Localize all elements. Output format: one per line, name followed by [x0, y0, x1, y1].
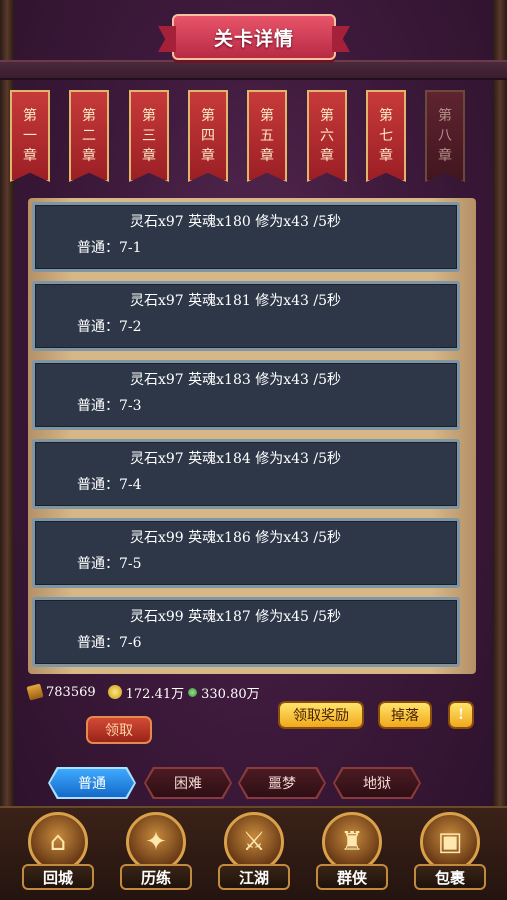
tab-hard[interactable]: 困难: [146, 769, 230, 797]
page-title: 关卡详情: [213, 27, 294, 50]
chapter-char: 章: [82, 148, 96, 164]
level-stage: 普通：7-6: [77, 635, 142, 651]
nav-label: 群侠: [316, 864, 388, 890]
level-reward: 灵石x97 英魂x181 修为x43 /5秒: [130, 293, 342, 309]
tab-normal[interactable]: 普通: [50, 769, 134, 797]
tab-nightmare[interactable]: 噩梦: [240, 769, 324, 797]
chapter-char: 章: [201, 148, 215, 164]
drop-button[interactable]: 掉落: [378, 701, 432, 729]
nav-bag[interactable]: ▣ 包裹: [412, 808, 488, 896]
chapter-char: 章: [320, 148, 334, 164]
nav-training[interactable]: ✦ 历练: [118, 808, 194, 896]
level-reward: 灵石x99 英魂x187 修为x45 /5秒: [130, 609, 342, 625]
chapter-tab-4[interactable]: 第 四 章: [188, 90, 228, 182]
chapter-char: 章: [260, 148, 274, 164]
level-stage: 普通：7-2: [77, 319, 142, 335]
chapter-tab-6[interactable]: 第 六 章: [307, 90, 347, 182]
chapter-tab-3[interactable]: 第 三 章: [129, 90, 169, 182]
weapons-icon: ⚔: [224, 812, 284, 872]
chapter-char: 章: [142, 148, 156, 164]
chapter-tab-2[interactable]: 第 二 章: [69, 90, 109, 182]
level-stage: 普通：7-1: [77, 240, 142, 256]
scroll-count: 783569: [46, 684, 96, 700]
chapter-char: 第: [438, 108, 452, 124]
chapter-char: 章: [438, 148, 452, 164]
level-reward: 灵石x99 英魂x186 修为x43 /5秒: [130, 530, 342, 546]
chapter-char: 一: [23, 128, 37, 144]
nav-label: 回城: [22, 864, 94, 890]
resource-bar: 783569 172.41万 330.80万: [26, 682, 260, 702]
chapter-char: 章: [379, 148, 393, 164]
nav-return-city[interactable]: ⌂ 回城: [20, 808, 96, 896]
chapter-tab-7[interactable]: 第 七 章: [366, 90, 406, 182]
level-card[interactable]: 灵石x97 英魂x181 修为x43 /5秒 普通：7-2: [32, 281, 460, 351]
gem-icon: [188, 687, 198, 697]
chapter-char: 八: [438, 128, 452, 144]
chapter-char: 第: [23, 108, 37, 124]
chapter-char: 章: [23, 148, 37, 164]
chapter-tab-5[interactable]: 第 五 章: [247, 90, 287, 182]
coin-icon: [107, 685, 122, 699]
chapter-char: 第: [201, 108, 215, 124]
info-button[interactable]: !: [448, 701, 474, 729]
claim-button[interactable]: 领取: [86, 716, 152, 744]
level-card[interactable]: 灵石x99 英魂x187 修为x45 /5秒 普通：7-6: [32, 597, 460, 667]
gem-count: 330.80万: [201, 686, 260, 702]
chapter-char: 第: [142, 108, 156, 124]
chapter-char: 七: [379, 128, 393, 144]
level-card[interactable]: 灵石x97 英魂x183 修为x43 /5秒 普通：7-3: [32, 360, 460, 430]
level-stage: 普通：7-3: [77, 398, 142, 414]
level-card[interactable]: 灵石x97 英魂x184 修为x43 /5秒 普通：7-4: [32, 439, 460, 509]
level-reward: 灵石x97 英魂x183 修为x43 /5秒: [130, 372, 342, 388]
level-stage: 普通：7-5: [77, 556, 142, 572]
collect-reward-button[interactable]: 领取奖励: [278, 701, 364, 729]
chapter-char: 第: [260, 108, 274, 124]
level-stage: 普通：7-4: [77, 477, 142, 493]
chapter-list: 第 一 章 第 二 章 第 三 章 第 四 章 第 五 章 第 六 章 第 七 …: [10, 90, 497, 190]
chapter-char: 四: [201, 128, 215, 144]
level-card[interactable]: 灵石x97 英魂x180 修为x43 /5秒 普通：7-1: [32, 202, 460, 272]
map-icon: ✦: [126, 812, 186, 872]
chapter-char: 三: [142, 128, 156, 144]
title-ribbon: 关卡详情: [172, 14, 336, 60]
nav-jianghu[interactable]: ⚔ 江湖: [216, 808, 292, 896]
level-reward: 灵石x97 英魂x184 修为x43 /5秒: [130, 451, 342, 467]
bag-icon: ▣: [420, 812, 480, 872]
scroll-icon: [26, 683, 44, 701]
chapter-tab-8[interactable]: 第 八 章: [425, 90, 465, 182]
chapter-char: 二: [82, 128, 96, 144]
chapter-char: 六: [320, 128, 334, 144]
nav-label: 包裹: [414, 864, 486, 890]
nav-label: 历练: [120, 864, 192, 890]
chapter-char: 第: [82, 108, 96, 124]
chapter-char: 五: [260, 128, 274, 144]
chapter-char: 第: [320, 108, 334, 124]
level-card[interactable]: 灵石x99 英魂x186 修为x43 /5秒 普通：7-5: [32, 518, 460, 588]
tab-hell[interactable]: 地狱: [335, 769, 419, 797]
helmet-icon: ♜: [322, 812, 382, 872]
chapter-char: 第: [379, 108, 393, 124]
nav-label: 江湖: [218, 864, 290, 890]
coin-count: 172.41万: [125, 686, 185, 702]
castle-icon: ⌂: [28, 812, 88, 872]
level-reward: 灵石x97 英魂x180 修为x43 /5秒: [130, 214, 342, 230]
nav-heroes[interactable]: ♜ 群侠: [314, 808, 390, 896]
top-decor-band: [0, 60, 507, 80]
chapter-tab-1[interactable]: 第 一 章: [10, 90, 50, 182]
